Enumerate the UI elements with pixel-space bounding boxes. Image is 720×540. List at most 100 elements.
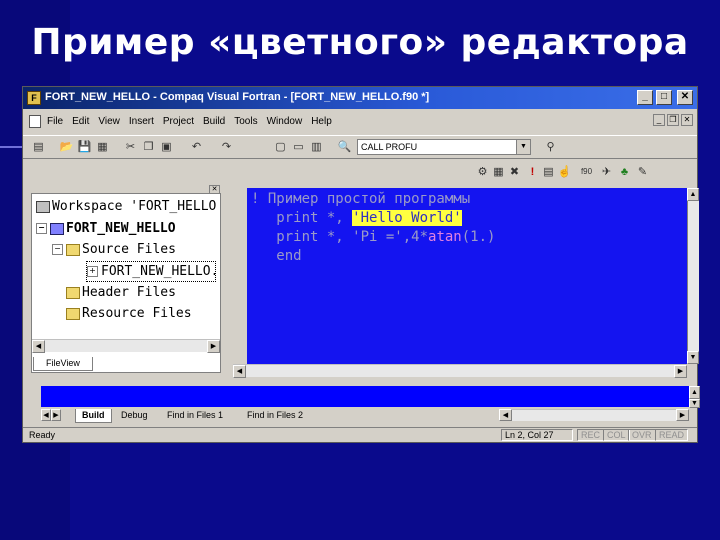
find-combo[interactable]: CALL PROFU ▼ (357, 139, 531, 155)
build-toolbar: ⚙ ▦ ✖ ! ▤ ☝ f90 ✈ ♣ ✎ (471, 161, 697, 185)
scroll-left-icon[interactable]: ◀ (233, 365, 246, 378)
find-icon[interactable]: ⚲ (543, 140, 558, 154)
tree-icon[interactable]: ♣ (617, 165, 632, 179)
tab-fileview[interactable]: FileView (33, 357, 93, 371)
scroll-down-icon[interactable]: ▼ (689, 399, 700, 408)
paste-icon[interactable]: ▣ (159, 140, 174, 154)
insert-breakpoint-icon[interactable]: ▤ (541, 165, 556, 179)
compile-icon[interactable]: ⚙ (475, 165, 490, 179)
code-line-1: ! Пример простой программы (251, 191, 471, 207)
menu-file[interactable]: File (47, 116, 63, 127)
menu-edit[interactable]: Edit (72, 116, 89, 127)
maximize-button[interactable]: □ (656, 90, 672, 105)
find-in-files-icon[interactable]: 🔍 (337, 140, 352, 154)
scroll-down-icon[interactable]: ▼ (687, 351, 699, 364)
tree-item-source-file[interactable]: +FORT_NEW_HELLO.f90 (86, 261, 216, 282)
output-hscrollbar[interactable]: ◀ ▶ (499, 409, 689, 421)
mdi-restore-button[interactable]: ❐ (667, 114, 679, 126)
tab-build[interactable]: Build (75, 409, 112, 423)
status-col: COL (603, 429, 630, 441)
menu-insert[interactable]: Insert (129, 116, 154, 127)
tab-scroll-left-icon[interactable]: ◀ (41, 409, 51, 421)
chevron-down-icon[interactable]: ▼ (516, 140, 530, 154)
tab-find-in-files-2[interactable]: Find in Files 2 (247, 409, 303, 423)
collapse-icon[interactable]: − (52, 244, 63, 255)
output-pane[interactable] (41, 386, 689, 407)
status-rec: REC (577, 429, 605, 441)
code-line-4: end (251, 248, 302, 264)
editor-hscrollbar[interactable]: ◀ ▶ (233, 364, 687, 378)
build-icon[interactable]: ▦ (491, 165, 506, 179)
scroll-right-icon[interactable]: ▶ (676, 409, 689, 421)
find-combo-value: CALL PROFU (361, 142, 418, 152)
new-file-icon[interactable]: ▤ (31, 140, 46, 154)
workspace-icon (36, 200, 50, 213)
tab-debug[interactable]: Debug (121, 409, 148, 423)
scroll-left-icon[interactable]: ◀ (499, 409, 512, 421)
code-line-3: print *, 'Pi =',4*atan(1.) (251, 229, 496, 245)
cursor-position: Ln 2, Col 27 (501, 429, 573, 441)
windows-list-icon[interactable]: ▥ (309, 140, 324, 154)
menu-project[interactable]: Project (163, 116, 194, 127)
tree-item-workspace[interactable]: Workspace 'FORT_HELLO' (36, 196, 218, 217)
tree-item-header-files[interactable]: Header Files (66, 282, 218, 303)
wizard-icon[interactable]: ✈ (599, 165, 614, 179)
save-all-icon[interactable]: ▦ (95, 140, 110, 154)
scroll-up-icon[interactable]: ▲ (687, 188, 699, 201)
menu-window[interactable]: Window (267, 116, 303, 127)
mdi-minimize-button[interactable]: _ (653, 114, 665, 126)
execute-icon[interactable]: ! (525, 165, 540, 179)
stop-build-icon[interactable]: ✖ (507, 165, 522, 179)
collapse-icon[interactable]: − (36, 223, 47, 234)
tab-scroll-right-icon[interactable]: ▶ (51, 409, 61, 421)
minimize-button[interactable]: _ (637, 90, 653, 105)
code-line-2: print *, 'Hello World' (251, 210, 462, 226)
code-editor[interactable]: ! Пример простой программы print *, 'Hel… (247, 188, 687, 364)
edit-pen-icon[interactable]: ✎ (635, 165, 650, 179)
copy-icon[interactable]: ❐ (141, 140, 156, 154)
slide-divider (0, 146, 24, 148)
scroll-right-icon[interactable]: ▶ (674, 365, 687, 378)
menu-tools[interactable]: Tools (234, 116, 257, 127)
scroll-right-icon[interactable]: ▶ (207, 340, 220, 353)
project-icon (50, 222, 64, 235)
slide-title: Пример «цветного» редактора (31, 22, 689, 63)
scroll-left-icon[interactable]: ◀ (32, 340, 45, 353)
window-titlebar[interactable]: F FORT_NEW_HELLO - Compaq Visual Fortran… (23, 87, 697, 109)
status-read: READ (655, 429, 689, 441)
app-icon: F (27, 91, 41, 105)
scroll-up-icon[interactable]: ▲ (689, 386, 700, 399)
undo-icon[interactable]: ↶ (189, 140, 204, 154)
window-title: FORT_NEW_HELLO - Compaq Visual Fortran -… (45, 91, 430, 103)
workspace-icon[interactable]: ▢ (273, 140, 288, 154)
cut-icon[interactable]: ✂ (123, 140, 138, 154)
redo-icon[interactable]: ↷ (219, 140, 234, 154)
mdi-close-button[interactable]: ✕ (681, 114, 693, 126)
save-icon[interactable]: 💾 (77, 140, 92, 154)
folder-open-icon (66, 243, 80, 256)
tree-item-source-files[interactable]: − Source Files (52, 239, 218, 260)
menu-bar: File Edit View Insert Project Build Tool… (23, 111, 697, 133)
tab-find-in-files-1[interactable]: Find in Files 1 (167, 409, 223, 423)
tree-item-project[interactable]: − FORT_NEW_HELLO (36, 218, 218, 239)
status-ovr: OVR (628, 429, 656, 441)
go-icon[interactable]: ☝ (557, 165, 572, 179)
intrinsic-function: atan (428, 229, 462, 245)
document-icon[interactable] (29, 115, 41, 128)
menu-help[interactable]: Help (311, 116, 332, 127)
folder-icon (66, 307, 80, 320)
expand-icon[interactable]: + (87, 266, 98, 277)
open-folder-icon[interactable]: 📂 (59, 140, 74, 154)
menu-build[interactable]: Build (203, 116, 225, 127)
close-button[interactable]: ✕ (677, 90, 693, 105)
output-window-icon[interactable]: ▭ (291, 140, 306, 154)
string-highlight: 'Hello World' (352, 210, 462, 226)
f90-module-icon[interactable]: f90 (579, 165, 594, 179)
editor-vscrollbar[interactable]: ▲ ▼ (687, 188, 699, 364)
status-bar: Ready Ln 2, Col 27 REC COL OVR READ (23, 427, 697, 442)
workspace-hscrollbar[interactable]: ◀ ▶ (32, 339, 220, 353)
tree-item-resource-files[interactable]: Resource Files (66, 303, 218, 324)
folder-icon (66, 286, 80, 299)
standard-toolbar: ▤ 📂 💾 ▦ ✂ ❐ ▣ ↶ ↷ ▢ ▭ ▥ 🔍 CALL PROFU ▼ ⚲ (23, 135, 697, 159)
menu-view[interactable]: View (98, 116, 120, 127)
